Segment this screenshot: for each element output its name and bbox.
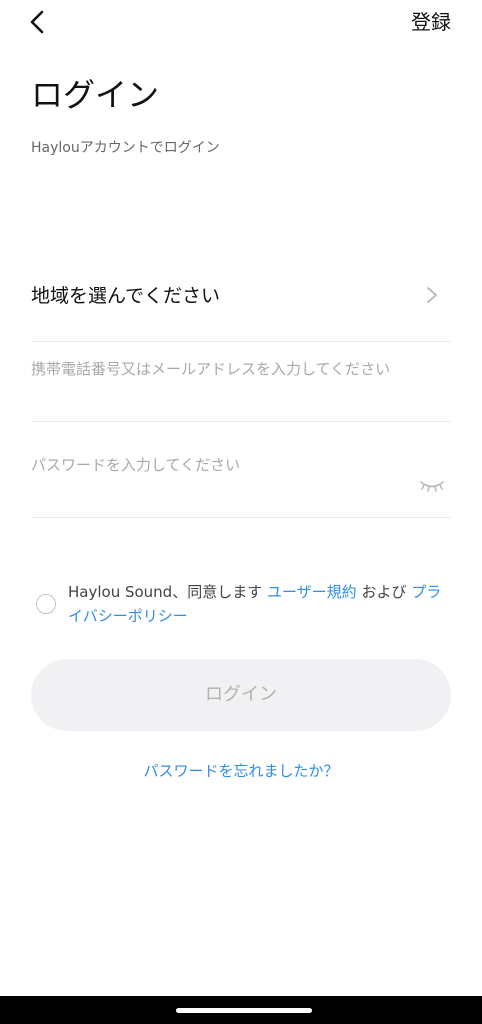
agreement-conjunction: および (361, 583, 407, 601)
account-input[interactable] (31, 358, 451, 380)
back-button[interactable] (22, 6, 56, 40)
login-button-label: ログイン (205, 684, 277, 705)
account-field-container (31, 342, 451, 422)
home-indicator[interactable] (176, 1008, 312, 1013)
top-navigation-bar: 登録 (0, 0, 482, 50)
password-field-container (31, 422, 451, 518)
agree-checkbox[interactable] (36, 594, 56, 614)
region-selector[interactable]: 地域を選んでください (31, 262, 451, 342)
page-title: ログイン (31, 76, 160, 114)
chevron-left-icon (30, 10, 44, 34)
terms-link[interactable]: ユーザー規約 (267, 583, 357, 601)
agreement-prefix: Haylou Sound、同意します (68, 583, 263, 601)
chevron-right-icon (427, 287, 437, 303)
page-subtitle: Haylouアカウントでログイン (31, 140, 220, 156)
forgot-password-link[interactable]: パスワードを忘れましたか？ (0, 760, 482, 782)
eye-closed-icon[interactable] (419, 478, 445, 494)
password-input[interactable] (31, 454, 411, 476)
register-button[interactable]: 登録 (411, 9, 451, 35)
system-bottom-bar (0, 996, 482, 1024)
login-button[interactable]: ログイン (31, 659, 451, 731)
agreement-text: Haylou Sound、同意します ユーザー規約 および プライバシーポリシー (68, 580, 452, 628)
agreement-row: Haylou Sound、同意します ユーザー規約 および プライバシーポリシー (36, 580, 456, 630)
region-selector-label: 地域を選んでください (31, 285, 221, 307)
